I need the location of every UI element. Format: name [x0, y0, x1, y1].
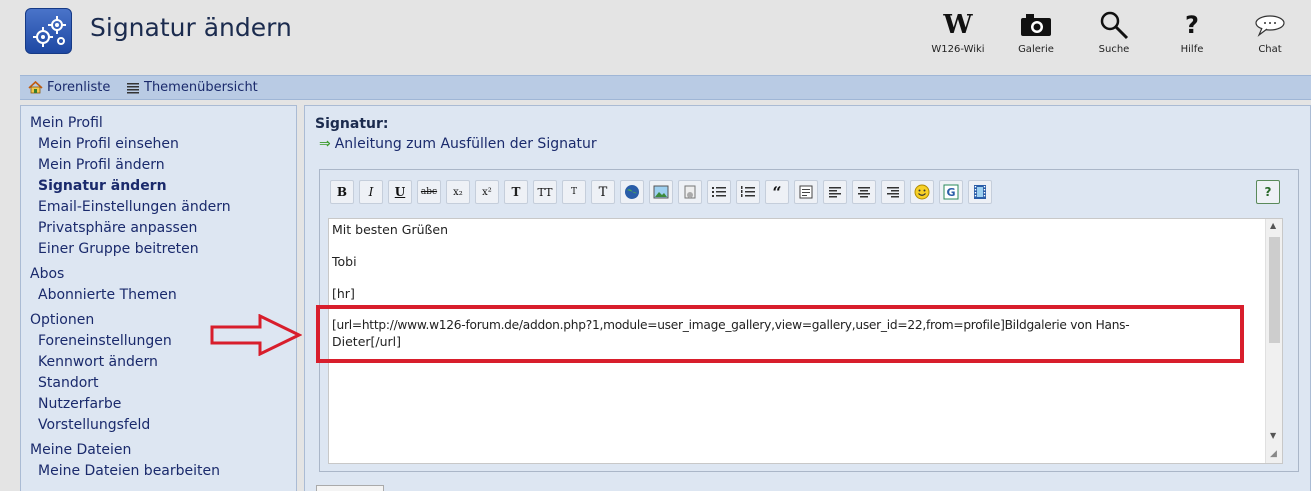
- sidebar-item-email-settings[interactable]: Email-Einstellungen ändern: [38, 199, 231, 215]
- wiki-w-icon: W: [943, 10, 973, 40]
- chat-icon: [1235, 8, 1305, 42]
- help-button[interactable]: ?: [1256, 180, 1280, 204]
- google-icon: G: [943, 184, 959, 200]
- image-button[interactable]: [649, 180, 673, 204]
- signature-guide-link[interactable]: ⇒ Anleitung zum Ausfüllen der Signatur: [319, 136, 597, 152]
- breadcrumb-forum-list-label: Forenliste: [47, 80, 111, 95]
- nav-help[interactable]: ? Hilfe: [1157, 8, 1227, 68]
- globe-icon: [625, 185, 639, 199]
- nav-label: Suche: [1098, 44, 1130, 55]
- bullet-list-icon: [712, 187, 726, 197]
- nav-label: Hilfe: [1180, 44, 1204, 55]
- textarea-line: Mit besten Grüßen: [332, 222, 448, 237]
- small-text-button[interactable]: T: [562, 180, 586, 204]
- page-title: Signatur ändern: [90, 13, 292, 42]
- sidebar-item-user-color[interactable]: Nutzerfarbe: [38, 396, 121, 412]
- underline-button[interactable]: U: [388, 180, 412, 204]
- film-strip-icon: [974, 185, 986, 199]
- camera-icon: [1001, 8, 1071, 42]
- quote-icon: “: [772, 182, 782, 202]
- breadcrumb-topics[interactable]: Themenübersicht: [126, 80, 258, 95]
- smiley-button[interactable]: [910, 180, 934, 204]
- nav-wiki[interactable]: W W126-Wiki: [923, 8, 993, 68]
- highlight-box: [316, 305, 1244, 363]
- subscript-button[interactable]: x₂: [446, 180, 470, 204]
- normal-text-button[interactable]: T: [591, 180, 615, 204]
- sidebar: Mein Profil Mein Profil einsehen Mein Pr…: [20, 105, 297, 491]
- smiley-icon: [914, 184, 930, 200]
- sidebar-section-title: Abos: [30, 266, 65, 282]
- sidebar-item-password[interactable]: Kennwort ändern: [38, 354, 158, 370]
- numbered-list-button[interactable]: [736, 180, 760, 204]
- nav-search[interactable]: Suche: [1079, 8, 1149, 68]
- nav-label: W126-Wiki: [931, 44, 985, 55]
- sidebar-item-location[interactable]: Standort: [38, 375, 99, 391]
- sidebar-section-title: Optionen: [30, 312, 95, 328]
- sidebar-item-intro-field[interactable]: Vorstellungsfeld: [38, 417, 150, 433]
- attachment-icon: [684, 185, 696, 199]
- sidebar-item-privacy[interactable]: Privatsphäre anpassen: [38, 220, 197, 236]
- red-arrow-annotation: [210, 314, 302, 356]
- globe-link-button[interactable]: [620, 180, 644, 204]
- sidebar-item-signature[interactable]: Signatur ändern: [38, 178, 167, 194]
- home-icon: [28, 81, 43, 94]
- breadcrumb-forum-list[interactable]: Forenliste: [28, 80, 110, 95]
- image-icon: [653, 185, 669, 199]
- sidebar-item-edit-files[interactable]: Meine Dateien bearbeiten: [38, 463, 220, 479]
- help-icon: ?: [1185, 11, 1199, 39]
- bullet-list-button[interactable]: [707, 180, 731, 204]
- code-icon: [799, 185, 813, 199]
- sidebar-section-title: Mein Profil: [30, 115, 103, 131]
- strikethrough-button[interactable]: abc: [417, 180, 441, 204]
- page-header: Signatur ändern W W126-Wiki Galerie Such…: [0, 0, 1311, 74]
- scrollbar-thumb[interactable]: [1269, 237, 1280, 343]
- sidebar-item-subscribed-topics[interactable]: Abonnierte Themen: [38, 287, 177, 303]
- bold-button[interactable]: B: [330, 180, 354, 204]
- attachment-button[interactable]: [678, 180, 702, 204]
- nav-label: Galerie: [1018, 44, 1054, 55]
- align-right-icon: [887, 187, 899, 198]
- breadcrumb: Forenliste Themenübersicht: [20, 75, 1311, 100]
- nav-chat[interactable]: Chat: [1235, 8, 1305, 68]
- quote-button[interactable]: “: [765, 180, 789, 204]
- superscript-button[interactable]: x²: [475, 180, 499, 204]
- nav-gallery[interactable]: Galerie: [1001, 8, 1071, 68]
- align-center-button[interactable]: [852, 180, 876, 204]
- list-icon: [127, 82, 139, 93]
- font-size-button[interactable]: TT: [533, 180, 557, 204]
- numbered-list-icon: [741, 186, 755, 197]
- textarea-scrollbar[interactable]: ▲ ▼ ◢: [1265, 219, 1282, 463]
- guide-link-label: Anleitung zum Ausfüllen der Signatur: [334, 136, 597, 152]
- signature-label: Signatur:: [315, 116, 389, 132]
- sidebar-item-edit-profile[interactable]: Mein Profil ändern: [38, 157, 165, 173]
- align-center-icon: [858, 187, 870, 198]
- sidebar-section-title: Meine Dateien: [30, 442, 132, 458]
- sidebar-item-join-group[interactable]: Einer Gruppe beitreten: [38, 241, 199, 257]
- settings-gears-logo: [25, 8, 72, 54]
- submit-button[interactable]: [316, 485, 384, 491]
- svg-text:G: G: [946, 186, 955, 199]
- textarea-line: Tobi: [332, 254, 357, 269]
- search-icon: [1079, 8, 1149, 42]
- font-color-button[interactable]: T: [504, 180, 528, 204]
- textarea-line: [hr]: [332, 286, 355, 301]
- italic-button[interactable]: I: [359, 180, 383, 204]
- nav-label: Chat: [1258, 44, 1282, 55]
- align-left-icon: [829, 187, 841, 198]
- scroll-down-arrow-icon[interactable]: ▼: [1270, 431, 1276, 440]
- align-right-button[interactable]: [881, 180, 905, 204]
- sidebar-item-view-profile[interactable]: Mein Profil einsehen: [38, 136, 179, 152]
- breadcrumb-topics-label: Themenübersicht: [144, 80, 258, 95]
- resize-grip-icon[interactable]: ◢: [1270, 449, 1277, 459]
- scroll-up-arrow-icon[interactable]: ▲: [1270, 221, 1276, 230]
- arrow-right-icon: ⇒: [319, 136, 331, 152]
- sidebar-item-forum-settings[interactable]: Foreneinstellungen: [38, 333, 172, 349]
- align-left-button[interactable]: [823, 180, 847, 204]
- google-button[interactable]: G: [939, 180, 963, 204]
- code-button[interactable]: [794, 180, 818, 204]
- video-button[interactable]: [968, 180, 992, 204]
- main-panel: Signatur: ⇒ Anleitung zum Ausfüllen der …: [304, 105, 1311, 491]
